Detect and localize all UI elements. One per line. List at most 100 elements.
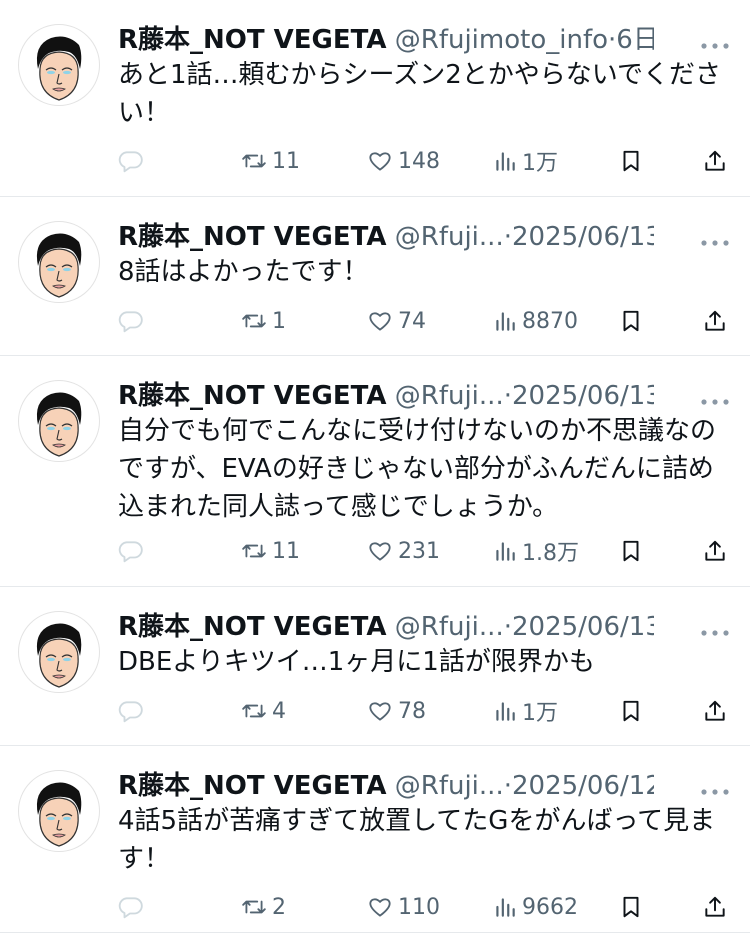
like-button[interactable]: 148 bbox=[366, 143, 440, 179]
retweet-button[interactable]: 1 bbox=[240, 303, 286, 339]
views-count: 1万 bbox=[522, 151, 558, 176]
display-name[interactable]: R藤本_NOT VEGETA bbox=[118, 222, 387, 252]
views-count: 8870 bbox=[522, 308, 578, 334]
more-options-button[interactable] bbox=[700, 782, 730, 795]
like-button[interactable]: 78 bbox=[366, 693, 426, 729]
reply-button[interactable] bbox=[118, 533, 144, 569]
reply-icon bbox=[118, 151, 143, 173]
tweet-date[interactable]: 2025/06/13 bbox=[512, 222, 654, 252]
retweet-button[interactable]: 11 bbox=[240, 533, 300, 569]
share-icon bbox=[705, 700, 725, 721]
share-button[interactable] bbox=[702, 693, 728, 729]
tweet-date[interactable]: 2025/06/13 bbox=[512, 612, 654, 642]
display-name[interactable]: R藤本_NOT VEGETA bbox=[118, 612, 387, 642]
more-dots-icon bbox=[701, 630, 729, 636]
tweet-2[interactable]: R藤本_NOT VEGETA @Rfuji...·2025/06/13 8話はよ… bbox=[0, 197, 750, 356]
heart-icon bbox=[369, 542, 391, 561]
more-dots-icon bbox=[701, 789, 729, 795]
reply-icon bbox=[118, 897, 143, 919]
tweet-text: あと1話…頼むからシーズン2とかやらないでください！ bbox=[118, 60, 722, 128]
avatar[interactable] bbox=[18, 770, 100, 852]
user-handle[interactable]: @Rfuji... bbox=[395, 612, 504, 642]
retweet-count: 1 bbox=[272, 308, 286, 334]
retweet-button[interactable]: 4 bbox=[240, 693, 286, 729]
display-name[interactable]: R藤本_NOT VEGETA bbox=[118, 381, 387, 411]
avatar[interactable] bbox=[18, 24, 100, 106]
bookmark-button[interactable] bbox=[618, 143, 644, 179]
tweet-text: 8話はよかったです！ bbox=[118, 257, 369, 287]
bookmark-button[interactable] bbox=[618, 303, 644, 339]
bookmark-icon bbox=[623, 150, 639, 172]
retweet-count: 11 bbox=[272, 538, 300, 564]
more-options-button[interactable] bbox=[700, 392, 730, 405]
tweet-actions: 4 78 1万 bbox=[118, 693, 734, 729]
tweet-header: R藤本_NOT VEGETA @Rfuji...·2025/06/13 bbox=[118, 609, 654, 645]
avatar[interactable] bbox=[18, 221, 100, 303]
cartoon-face-avatar-icon bbox=[36, 233, 82, 298]
avatar[interactable] bbox=[18, 380, 100, 462]
like-count: 148 bbox=[398, 148, 440, 174]
bookmark-button[interactable] bbox=[618, 693, 644, 729]
share-button[interactable] bbox=[702, 533, 728, 569]
reply-button[interactable] bbox=[118, 303, 144, 339]
more-options-button[interactable] bbox=[700, 233, 730, 246]
like-button[interactable]: 110 bbox=[366, 889, 440, 925]
more-options-button[interactable] bbox=[700, 36, 730, 49]
views-button[interactable]: 1万 bbox=[492, 143, 558, 179]
more-options-button[interactable] bbox=[700, 623, 730, 636]
tweet-date[interactable]: 2025/06/13 bbox=[512, 381, 654, 411]
cartoon-face-avatar-icon bbox=[36, 782, 82, 847]
share-button[interactable] bbox=[702, 889, 728, 925]
tweet-4[interactable]: R藤本_NOT VEGETA @Rfuji...·2025/06/13 DBEよ… bbox=[0, 587, 750, 746]
tweet-1[interactable]: R藤本_NOT VEGETA @Rfujimoto_info·6日 あと1話…頼… bbox=[0, 0, 750, 197]
user-handle[interactable]: @Rfuji... bbox=[395, 381, 504, 411]
reply-button[interactable] bbox=[118, 693, 144, 729]
user-handle[interactable]: @Rfuji... bbox=[395, 222, 504, 252]
separator-dot: · bbox=[503, 222, 512, 252]
tweet-date[interactable]: 6日 bbox=[616, 25, 654, 55]
tweet-text: 自分でも何でこんなに受け付けないのか不思議なのですが、EVAの好きじゃない部分が… bbox=[118, 416, 717, 522]
share-button[interactable] bbox=[702, 143, 728, 179]
user-handle[interactable]: @Rfujimoto_info bbox=[395, 25, 608, 55]
views-bar-icon bbox=[496, 898, 515, 917]
share-button[interactable] bbox=[702, 303, 728, 339]
views-button[interactable]: 9662 bbox=[492, 889, 578, 925]
more-dots-icon bbox=[701, 43, 729, 49]
reply-icon bbox=[118, 311, 143, 333]
reply-button[interactable] bbox=[118, 889, 144, 925]
views-bar-icon bbox=[496, 702, 515, 721]
views-button[interactable]: 1万 bbox=[492, 693, 558, 729]
tweet-actions: 11 148 1万 bbox=[118, 143, 734, 179]
share-icon bbox=[705, 150, 725, 171]
display-name[interactable]: R藤本_NOT VEGETA bbox=[118, 771, 387, 801]
bookmark-button[interactable] bbox=[618, 533, 644, 569]
like-button[interactable]: 74 bbox=[366, 303, 426, 339]
like-count: 110 bbox=[398, 894, 440, 920]
like-count: 231 bbox=[398, 538, 440, 564]
avatar[interactable] bbox=[18, 611, 100, 693]
retweet-count: 2 bbox=[272, 894, 286, 920]
reply-button[interactable] bbox=[118, 143, 144, 179]
heart-icon bbox=[369, 312, 391, 331]
bookmark-button[interactable] bbox=[618, 889, 644, 925]
like-button[interactable]: 231 bbox=[366, 533, 440, 569]
views-button[interactable]: 1.8万 bbox=[492, 533, 579, 569]
retweet-icon bbox=[242, 704, 266, 718]
retweet-icon bbox=[242, 900, 266, 914]
views-bar-icon bbox=[496, 542, 515, 561]
tweet-header: R藤本_NOT VEGETA @Rfuji...·2025/06/12 bbox=[118, 768, 654, 804]
retweet-button[interactable]: 2 bbox=[240, 889, 286, 925]
tweet-5[interactable]: R藤本_NOT VEGETA @Rfuji...·2025/06/12 4話5話… bbox=[0, 746, 750, 933]
retweet-button[interactable]: 11 bbox=[240, 143, 300, 179]
user-handle[interactable]: @Rfuji... bbox=[395, 771, 504, 801]
display-name[interactable]: R藤本_NOT VEGETA bbox=[118, 25, 387, 55]
bookmark-icon bbox=[623, 540, 639, 562]
retweet-count: 4 bbox=[272, 698, 286, 724]
tweet-text: DBEよりキツイ…1ヶ月に1話が限界かも bbox=[118, 647, 595, 677]
views-button[interactable]: 8870 bbox=[492, 303, 578, 339]
bookmark-icon bbox=[623, 310, 639, 332]
heart-icon bbox=[369, 152, 391, 171]
tweet-3[interactable]: R藤本_NOT VEGETA @Rfuji...·2025/06/13 自分でも… bbox=[0, 356, 750, 587]
views-bar-icon bbox=[496, 312, 515, 331]
tweet-date[interactable]: 2025/06/12 bbox=[512, 771, 654, 801]
